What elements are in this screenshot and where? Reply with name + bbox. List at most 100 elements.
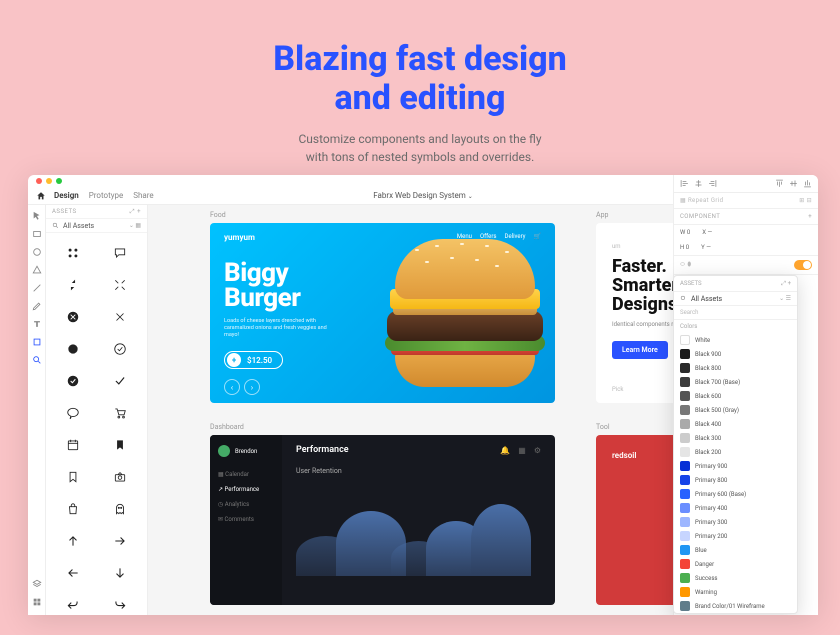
library-icon[interactable]: [32, 597, 42, 607]
zoom-tool-icon[interactable]: [32, 355, 42, 365]
asset-close-filled-icon[interactable]: [50, 301, 97, 333]
swatch-item[interactable]: Primary 400: [674, 501, 797, 515]
dash-nav-analytics[interactable]: ◷ Analytics: [218, 497, 274, 512]
text-tool-icon[interactable]: [32, 319, 42, 329]
polygon-tool-icon[interactable]: [32, 265, 42, 275]
swatch-item[interactable]: Primary 900: [674, 459, 797, 473]
swatch-item[interactable]: Warning: [674, 585, 797, 599]
swatch-item[interactable]: Primary 200: [674, 529, 797, 543]
asset-cart-icon[interactable]: [97, 397, 144, 429]
swatch-item[interactable]: Black 800: [674, 361, 797, 375]
swatch-item[interactable]: Brand Color/01 Wireframe: [674, 599, 797, 613]
swatch-item[interactable]: Black 700 (Base): [674, 375, 797, 389]
asset-bookmark-filled-icon[interactable]: [97, 429, 144, 461]
align-center-h-icon[interactable]: [694, 179, 703, 188]
swatch-item[interactable]: White: [674, 333, 797, 347]
asset-close-icon[interactable]: [97, 301, 144, 333]
select-tool-icon[interactable]: [32, 211, 42, 221]
swatch-label: Danger: [695, 561, 714, 568]
asset-check-icon[interactable]: [97, 365, 144, 397]
plus-icon: +: [227, 353, 241, 367]
swatch-item[interactable]: Success: [674, 571, 797, 585]
assets-filter[interactable]: All Assets ⌄ ▦: [46, 219, 147, 233]
ellipse-tool-icon[interactable]: [32, 247, 42, 257]
asset-expand-icon[interactable]: [97, 269, 144, 301]
view-toggle-icon[interactable]: ⌄ ☰: [779, 295, 791, 302]
asset-comment-icon[interactable]: [50, 397, 97, 429]
swatch-item[interactable]: Black 600: [674, 389, 797, 403]
swatch-item[interactable]: Primary 300: [674, 515, 797, 529]
asset-bag-icon[interactable]: [50, 493, 97, 525]
asset-return-right-icon[interactable]: [97, 589, 144, 615]
asset-arrow-left-icon[interactable]: [50, 557, 97, 589]
popup-search[interactable]: Search: [674, 306, 797, 320]
pen-tool-icon[interactable]: [32, 301, 42, 311]
artboard-label-app[interactable]: App: [596, 211, 608, 219]
artboard-label-tool[interactable]: Tool: [596, 423, 610, 431]
next-icon[interactable]: ›: [244, 379, 260, 395]
line-tool-icon[interactable]: [32, 283, 42, 293]
artboard-food[interactable]: yumyum MenuOffersDelivery🛒 BiggyBurger L…: [210, 223, 555, 403]
asset-arrow-right-icon[interactable]: [97, 525, 144, 557]
tab-prototype[interactable]: Prototype: [89, 191, 123, 200]
tab-design[interactable]: Design: [54, 191, 79, 200]
component-section[interactable]: COMPONENT+: [674, 209, 818, 225]
swatch-item[interactable]: Black 900: [674, 347, 797, 361]
artboard-label-food[interactable]: Food: [210, 211, 226, 219]
swatch-item[interactable]: Primary 600 (Base): [674, 487, 797, 501]
add-icon[interactable]: +: [808, 213, 812, 220]
asset-arrow-up-icon[interactable]: [50, 525, 97, 557]
dash-nav-performance[interactable]: ↗ Performance: [218, 482, 274, 497]
swatch-item[interactable]: Blue: [674, 543, 797, 557]
rectangle-tool-icon[interactable]: [32, 229, 42, 239]
close-dot[interactable]: [36, 178, 42, 184]
asset-return-left-icon[interactable]: [50, 589, 97, 615]
dash-nav-calendar[interactable]: ▦ Calendar: [218, 467, 274, 482]
swatch-label: Black 300: [695, 435, 721, 442]
artboard-tool-icon[interactable]: [32, 337, 42, 347]
prev-icon[interactable]: ‹: [224, 379, 240, 395]
swatch-item[interactable]: Black 400: [674, 417, 797, 431]
swatch-item[interactable]: Primary 800: [674, 473, 797, 487]
swatch-label: Primary 400: [695, 505, 727, 512]
tab-share[interactable]: Share: [133, 191, 153, 200]
align-bottom-icon[interactable]: [803, 179, 812, 188]
align-left-icon[interactable]: [680, 179, 689, 188]
dashboard-user[interactable]: Brendon: [218, 445, 274, 457]
assets-header-label: ASSETS: [52, 208, 77, 215]
popup-expand-icon[interactable]: ⤢ +: [781, 280, 791, 288]
learn-more-button[interactable]: Learn More: [612, 341, 668, 359]
minimize-dot[interactable]: [46, 178, 52, 184]
popup-filter[interactable]: All Assets ⌄ ☰: [674, 292, 797, 306]
asset-check-filled-icon[interactable]: [50, 365, 97, 397]
asset-ghost-icon[interactable]: [97, 493, 144, 525]
dash-nav-comments[interactable]: ✉ Comments: [218, 512, 274, 527]
asset-grid-dots-icon[interactable]: [50, 237, 97, 269]
swatch-item[interactable]: Danger: [674, 557, 797, 571]
align-middle-icon[interactable]: [789, 179, 798, 188]
swatch-item[interactable]: Black 300: [674, 431, 797, 445]
asset-collapse-icon[interactable]: [50, 269, 97, 301]
gear-icon[interactable]: ⚙: [534, 446, 541, 455]
asset-camera-icon[interactable]: [97, 461, 144, 493]
home-icon[interactable]: [36, 191, 46, 201]
assets-add-icon[interactable]: ⤢ +: [130, 208, 141, 216]
swatch-item[interactable]: Black 200: [674, 445, 797, 459]
align-top-icon[interactable]: [775, 179, 784, 188]
asset-check-circle-icon[interactable]: [97, 333, 144, 365]
swatch-item[interactable]: Black 500 (Gray): [674, 403, 797, 417]
price-button[interactable]: + $12.50: [224, 351, 283, 369]
asset-arrow-down-icon[interactable]: [97, 557, 144, 589]
asset-calendar-icon[interactable]: [50, 429, 97, 461]
asset-bookmark-icon[interactable]: [50, 461, 97, 493]
grid-icon[interactable]: ▦: [518, 446, 526, 455]
bell-icon[interactable]: 🔔: [500, 446, 510, 455]
maximize-dot[interactable]: [56, 178, 62, 184]
align-right-icon[interactable]: [708, 179, 717, 188]
asset-chat-icon[interactable]: [97, 237, 144, 269]
asset-dot-filled-icon[interactable]: [50, 333, 97, 365]
artboard-label-dashboard[interactable]: Dashboard: [210, 423, 244, 431]
responsive-toggle[interactable]: [794, 260, 812, 270]
layers-icon[interactable]: [32, 579, 42, 589]
artboard-dashboard[interactable]: Brendon ▦ Calendar ↗ Performance ◷ Analy…: [210, 435, 555, 605]
